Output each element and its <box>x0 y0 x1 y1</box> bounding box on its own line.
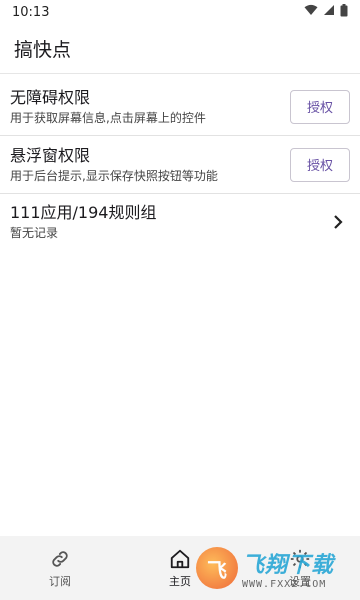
main-content: 无障碍权限 用于获取屏幕信息,点击屏幕上的控件 授权 悬浮窗权限 用于后台提示,… <box>0 78 360 250</box>
watermark-logo: 飞 飞翔下载 WWW.FXXZ.COM <box>196 542 354 594</box>
status-time: 10:13 <box>12 4 50 20</box>
row-text: 111应用/194规则组 暂无记录 <box>10 202 156 242</box>
row-title: 111应用/194规则组 <box>10 203 157 222</box>
watermark-main: 飞翔下载 <box>242 552 335 578</box>
link-icon <box>46 547 74 571</box>
status-bar: 10:13 <box>0 0 360 24</box>
row-subtitle: 用于获取屏幕信息,点击屏幕上的控件 <box>10 110 206 125</box>
row-text: 无障碍权限 用于获取屏幕信息,点击屏幕上的控件 <box>10 87 206 127</box>
watermark-text: 飞翔下载 WWW.FXXZ.COM <box>242 547 334 590</box>
home-icon <box>166 547 194 571</box>
chevron-right-icon <box>330 214 346 230</box>
app-bar: 搞快点 <box>0 24 360 74</box>
row-title: 悬浮窗权限 <box>10 145 91 165</box>
watermark-url: WWW.FXXZ.COM <box>242 578 327 590</box>
accessibility-permission-row: 无障碍权限 用于获取屏幕信息,点击屏幕上的控件 授权 <box>0 78 360 136</box>
status-icons <box>304 3 348 21</box>
row-text: 悬浮窗权限 用于后台提示,显示保存快照按钮等功能 <box>10 145 218 185</box>
app-title: 搞快点 <box>14 39 72 61</box>
grant-accessibility-button[interactable]: 授权 <box>290 89 350 124</box>
apps-rules-row[interactable]: 111应用/194规则组 暂无记录 <box>0 194 360 250</box>
row-subtitle: 暂无记录 <box>10 226 59 240</box>
nav-label: 主页 <box>169 575 191 588</box>
wifi-icon <box>304 4 318 20</box>
nav-label: 订阅 <box>49 575 71 588</box>
overlay-permission-row: 悬浮窗权限 用于后台提示,显示保存快照按钮等功能 授权 <box>0 136 360 194</box>
battery-icon <box>340 3 348 21</box>
row-subtitle: 用于后台提示,显示保存快照按钮等功能 <box>10 168 218 183</box>
signal-icon <box>323 4 335 20</box>
grant-overlay-button[interactable]: 授权 <box>290 147 350 182</box>
row-title: 无障碍权限 <box>10 87 91 107</box>
watermark-icon: 飞 <box>196 547 238 589</box>
nav-item-subscriptions[interactable]: 订阅 <box>20 547 100 589</box>
